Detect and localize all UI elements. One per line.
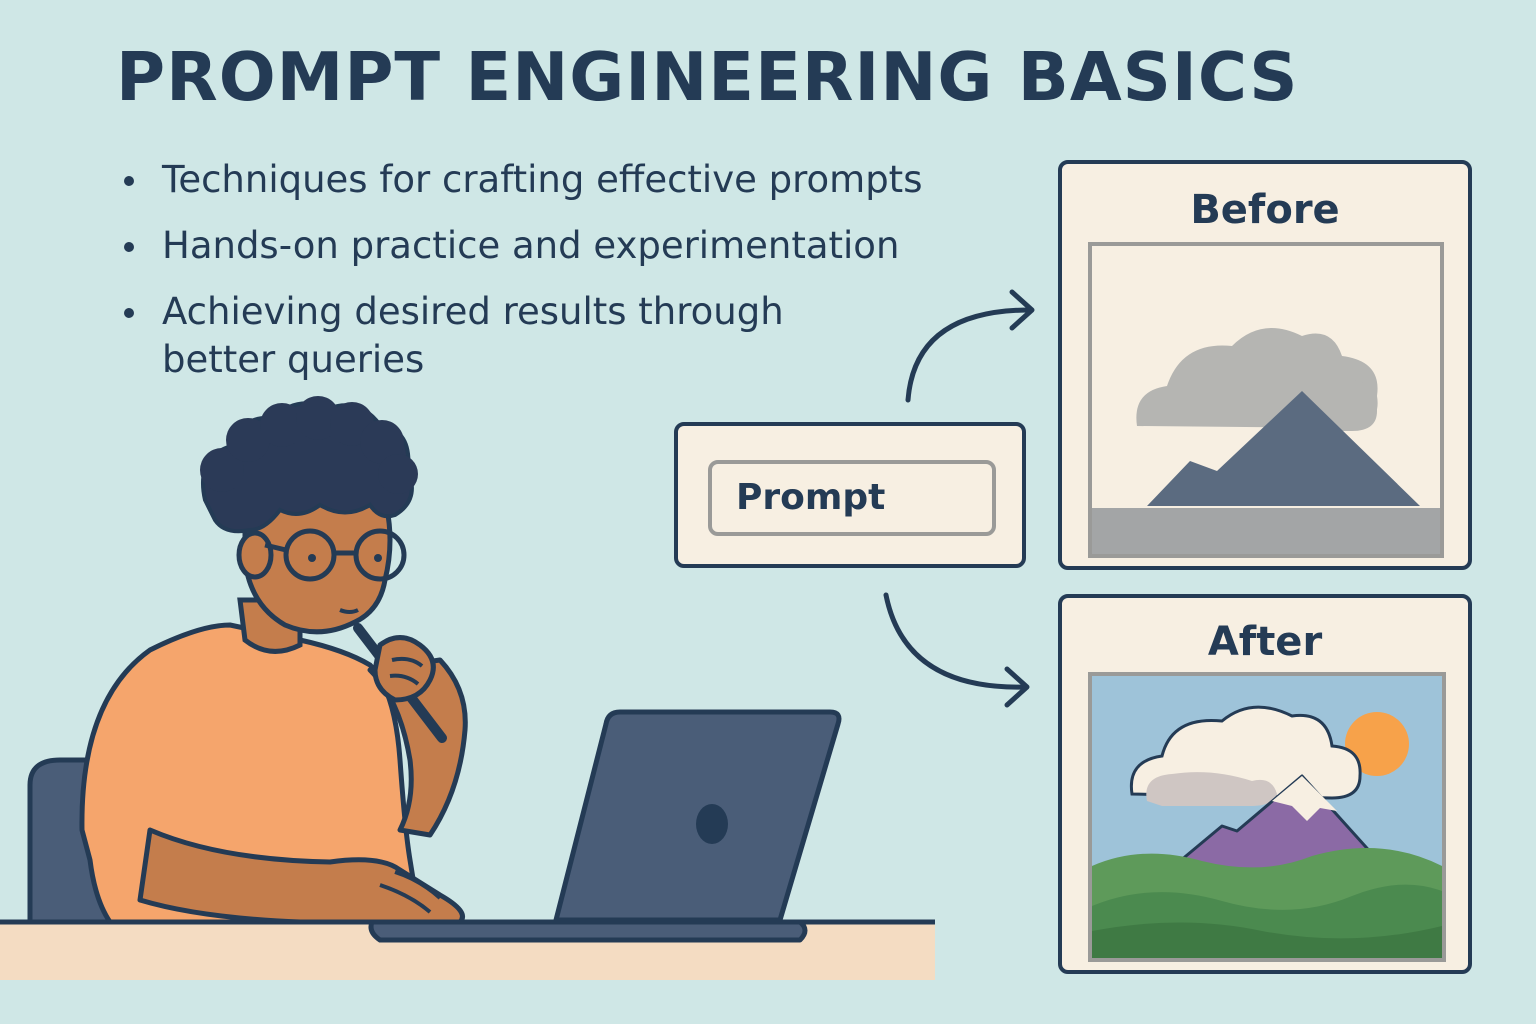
arrow-to-after-icon	[883, 592, 1028, 690]
prompt-card: Prompt	[674, 422, 1026, 568]
arrow-to-before-icon	[905, 307, 1033, 403]
after-label: After	[1207, 619, 1323, 665]
infographic-page: PROMPT ENGINEERING BASICS Techniques for…	[0, 0, 1536, 1024]
after-image	[1088, 672, 1446, 962]
before-panel: Before	[1058, 160, 1472, 570]
before-image	[1088, 242, 1444, 558]
prompt-label: Prompt	[736, 477, 886, 518]
after-panel: After	[1058, 594, 1472, 974]
prompt-field[interactable]: Prompt	[708, 460, 996, 536]
before-label: Before	[1190, 187, 1340, 233]
